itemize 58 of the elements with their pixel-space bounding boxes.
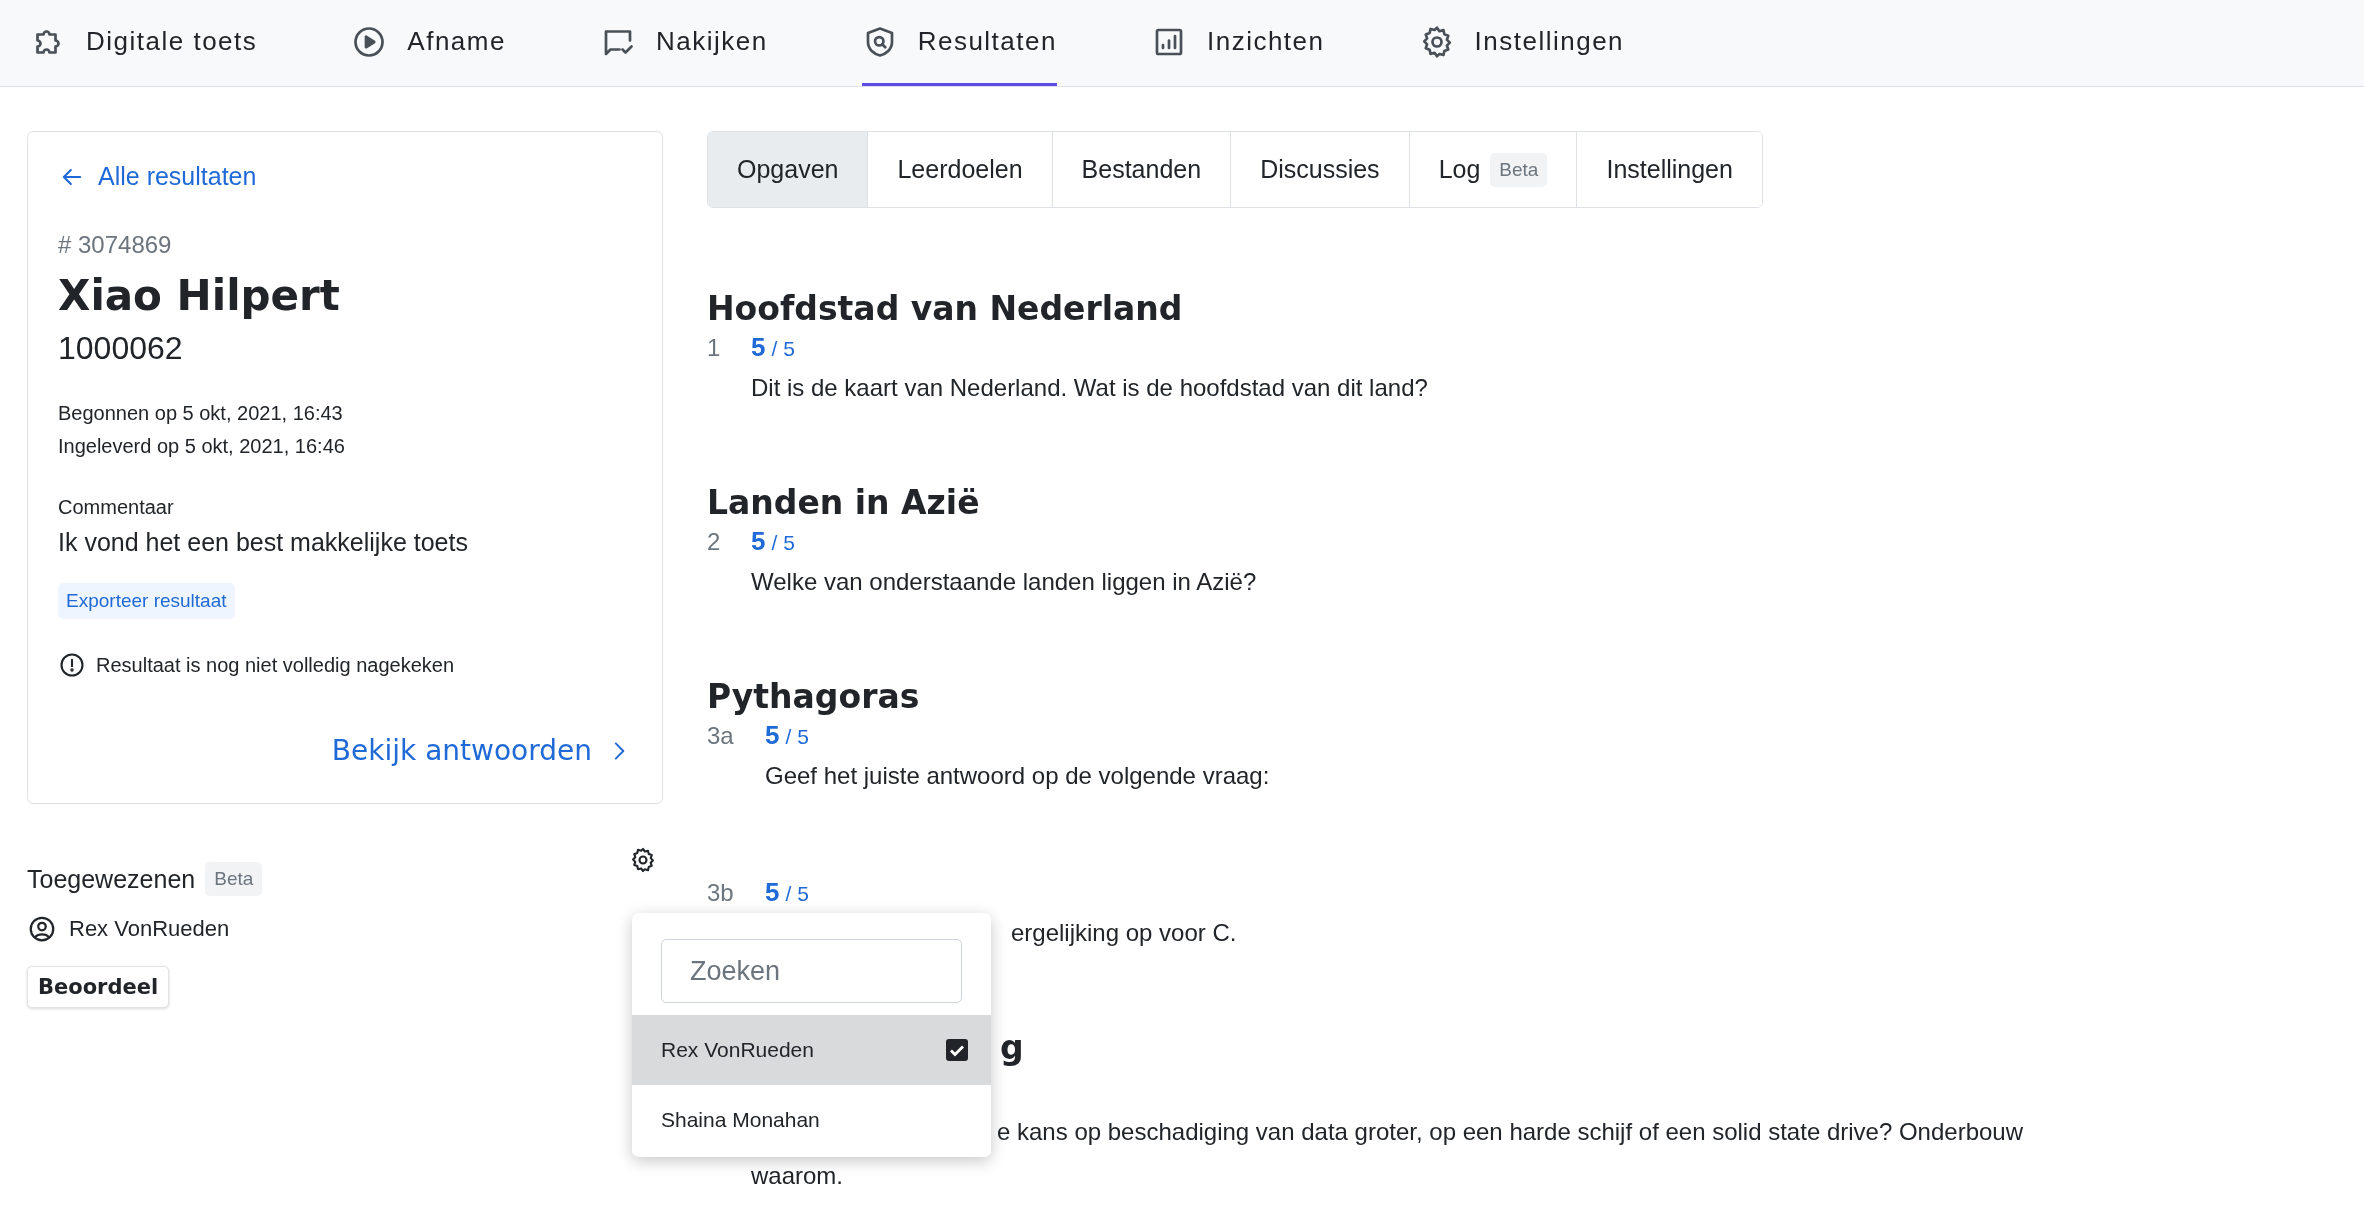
question-score: 5 / 5 <box>765 877 810 908</box>
tab[interactable]: Opgaven <box>708 132 868 207</box>
question-text: Geef het juiste antwoord op de volgende vraag: <box>765 761 1270 791</box>
beta-badge: Beta <box>205 862 263 896</box>
option-name: Shaina Monahan <box>661 1108 820 1132</box>
assignees-title: Toegewezenen <box>27 864 196 894</box>
assess-button[interactable]: Beoordeel <box>27 966 170 1008</box>
question-text: ergelijking op voor C. <box>1011 918 1237 948</box>
question-score: 5 / 5 <box>751 332 796 363</box>
tab[interactable]: Instellingen <box>1576 132 1762 207</box>
tab-label[interactable]: Leerdoelen <box>897 155 1023 184</box>
question-score: 5 / 5 <box>765 720 810 751</box>
warning-text: Resultaat is nog niet volledig nagekeken <box>96 653 455 677</box>
nav-tab[interactable]: Resultaten <box>861 0 1057 86</box>
question-text: Welke van onderstaande landen liggen in Azië? <box>751 567 1257 597</box>
tab-label[interactable]: Log <box>1438 155 1481 184</box>
menu-option[interactable]: Rex VonRueden <box>632 1015 991 1085</box>
submitted-time: Ingeleverd op 5 okt, 2021, 16:46 <box>58 434 346 459</box>
beta-badge: Beta <box>1490 152 1548 187</box>
student-name: Xiao Hilpert <box>58 271 341 320</box>
section-title: g <box>1000 1028 1025 1067</box>
question-text: Dit is de kaart van Nederland. Wat is de hoofdstad van dit land? <box>751 373 1428 403</box>
question-number: 3b <box>707 879 735 907</box>
tab-label[interactable]: Discussies <box>1260 155 1380 184</box>
question-number: 3a <box>707 722 735 750</box>
result-id: # 3074869 <box>58 231 173 259</box>
student-number: 1000062 <box>58 330 184 367</box>
exclamation-circle-icon <box>58 651 86 679</box>
question-number: 1 <box>707 334 722 362</box>
tab-label[interactable]: Bestanden <box>1081 155 1202 184</box>
comment-text: Ik vond het een best makkelijke toets <box>58 528 469 557</box>
export-button[interactable]: Exporteer resultaat <box>58 583 235 619</box>
question-number: 2 <box>707 528 722 556</box>
section-title: Pythagoras <box>707 677 921 716</box>
assignee-name: Rex VonRueden <box>69 916 230 942</box>
nav-tab[interactable]: Inzichten <box>1150 0 1325 86</box>
section-title: Landen in Azië <box>707 483 981 522</box>
settings-icon <box>629 846 657 874</box>
tab-label[interactable]: Instellingen <box>1606 155 1733 184</box>
nav-tab[interactable]: Nakijken <box>599 0 768 86</box>
nav-tab[interactable]: Digitale toets <box>30 0 258 86</box>
checkbox[interactable] <box>945 1038 969 1062</box>
question-text: e kans op beschadiging van data groter, op een harde schijf of een solid state drive? Onderbouw <box>997 1117 2023 1147</box>
started-time: Begonnen op 5 okt, 2021, 16:43 <box>58 401 344 426</box>
back-link[interactable]: Alle resultaten <box>58 162 632 191</box>
search-field[interactable]: Zoeken <box>661 939 962 1003</box>
tab-label[interactable]: Opgaven <box>737 155 839 184</box>
section-title: Hoofdstad van Nederland <box>707 289 1184 328</box>
menu-option[interactable]: Shaina Monahan <box>632 1085 991 1155</box>
back-link-label[interactable]: Alle resultaten <box>98 162 257 191</box>
nav-tab[interactable]: Afname <box>351 0 506 86</box>
settings-button[interactable] <box>629 846 657 874</box>
user-circle-icon <box>27 914 57 944</box>
question-text: waarom. <box>751 1161 844 1191</box>
question-score: 5 / 5 <box>751 526 796 557</box>
nav-tab[interactable]: Instellingen <box>1418 0 1625 86</box>
option-name: Rex VonRueden <box>661 1038 814 1062</box>
comment-label: Commentaar <box>58 495 175 520</box>
